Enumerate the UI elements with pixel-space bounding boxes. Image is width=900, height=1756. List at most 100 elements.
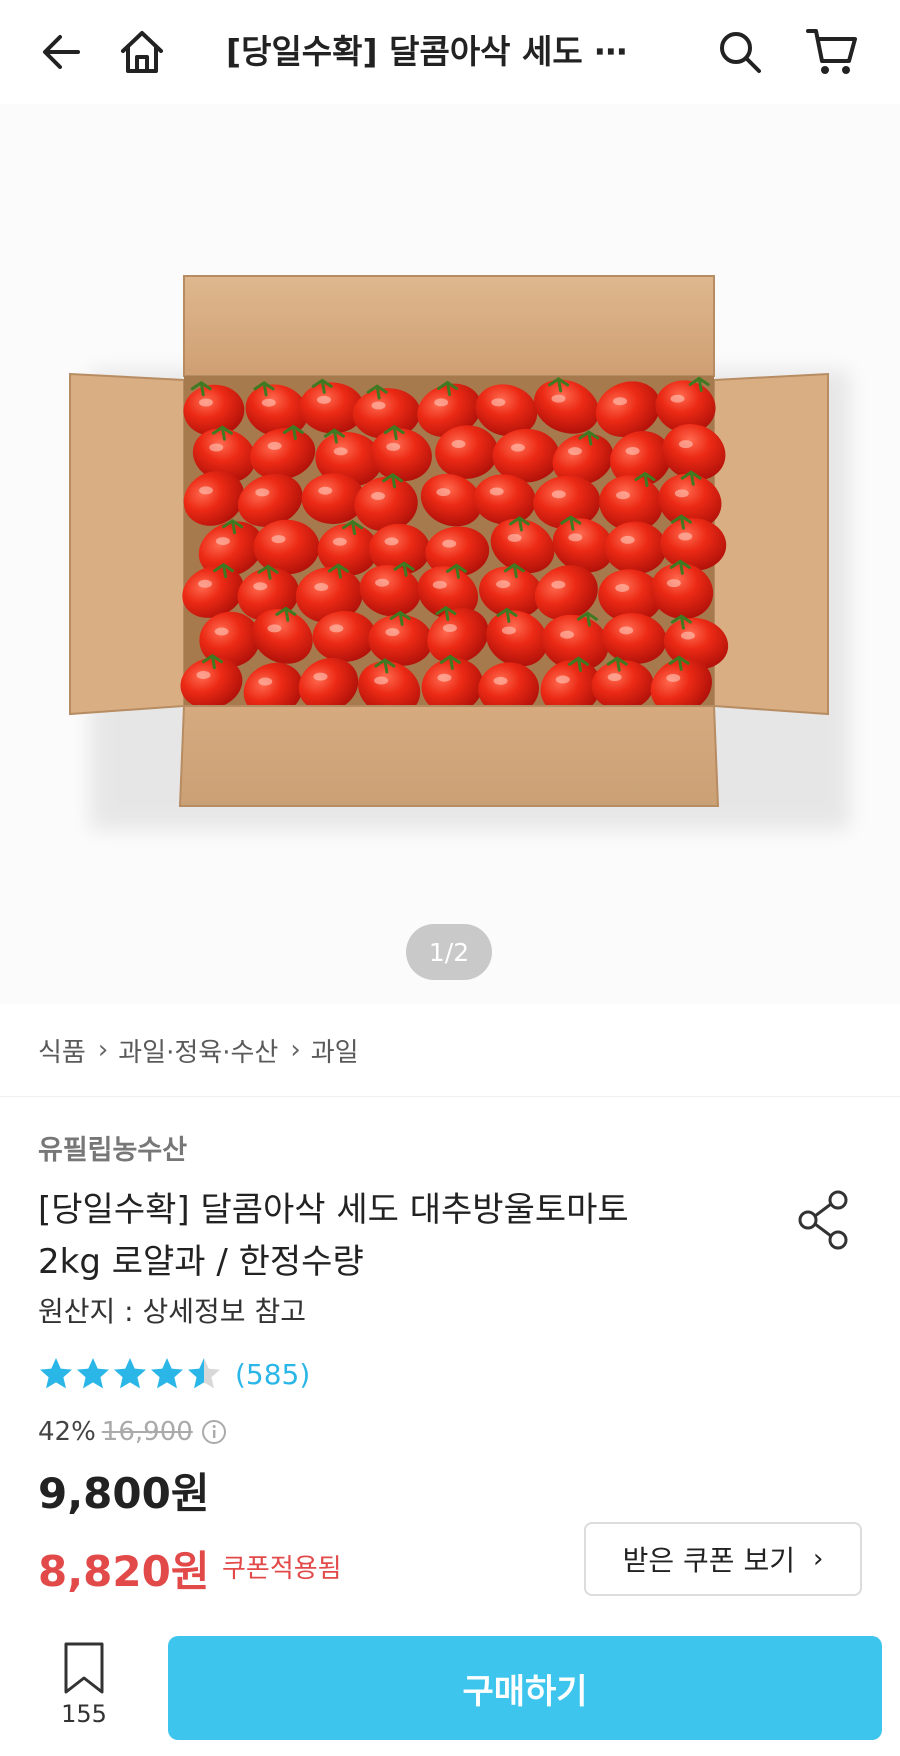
share-icon (798, 1190, 848, 1250)
tomato-highlight (436, 488, 451, 497)
tomato-highlight (434, 398, 449, 407)
tomato-highlight (442, 539, 457, 548)
star-icon (188, 1358, 220, 1389)
wishlist-button[interactable]: 155 (52, 1640, 116, 1740)
review-count[interactable]: (585) (235, 1358, 310, 1391)
tomato-highlight (496, 580, 511, 589)
tomato-highlight (567, 447, 582, 456)
chevron-right-icon: › (97, 1035, 109, 1065)
tomato-highlight (678, 532, 693, 541)
tomato-highlight (437, 673, 452, 682)
home-button[interactable] (112, 22, 172, 82)
tomato-highlight (215, 537, 230, 546)
buy-button[interactable]: 구매하기 (168, 1636, 882, 1740)
tomato-highlight (551, 580, 566, 589)
coupon-applied-label: 쿠폰적용됨 (222, 1554, 342, 1584)
tomato-highlight (670, 394, 685, 403)
tomato-highlight (666, 673, 681, 682)
arrow-left-icon (43, 35, 80, 69)
tomato-highlight (258, 677, 273, 686)
tomato-highlight (568, 533, 583, 542)
home-icon (121, 31, 163, 73)
tomato-highlight (501, 626, 516, 635)
star-icon (40, 1358, 72, 1389)
tomato-highlight (374, 676, 389, 685)
cart-icon (806, 29, 857, 74)
info-icon[interactable] (201, 1419, 227, 1445)
view-coupons-button[interactable]: 받은 쿠폰 보기 › (584, 1522, 862, 1596)
tomato-highlight (318, 486, 333, 495)
tomato-highlight (196, 670, 211, 679)
tomato-highlight (442, 624, 457, 633)
cart-button[interactable] (802, 22, 862, 82)
star-icon (77, 1358, 109, 1389)
tomato-highlight (198, 579, 213, 588)
tomato-highlight (198, 486, 213, 495)
tomato-highlight (489, 487, 504, 496)
section-divider (0, 1096, 900, 1097)
chevron-right-icon: › (290, 1035, 301, 1065)
tomato-highlight (261, 398, 276, 407)
page-title: [당일수확] 달콤아삭 세도 ⋯ (226, 32, 628, 71)
tomato-highlight (271, 535, 286, 544)
back-button[interactable] (32, 22, 92, 82)
chevron-right-icon: › (812, 1544, 824, 1574)
tomato-highlight (666, 579, 681, 588)
origin-info: 원산지 : 상세정보 참고 (38, 1295, 306, 1328)
tomato-highlight (551, 490, 566, 499)
discount-info: 42% 16,900 (38, 1414, 227, 1450)
product-title-line-1: [당일수확] 달콤아삭 세도 대추방울토마토 (38, 1190, 629, 1230)
rating-summary[interactable]: (585) (38, 1354, 310, 1394)
tomato-highlight (386, 442, 401, 451)
tomato-shape (253, 519, 320, 575)
tomato-highlight (371, 492, 386, 501)
breadcrumb-item-food[interactable]: 식품 (38, 1032, 86, 1069)
tomato-highlight (615, 491, 630, 500)
product-title: [당일수확] 달콤아삭 세도 대추방울토마토 2kg 로얄과 / 한정수량 (38, 1184, 718, 1288)
tomato-highlight (555, 675, 570, 684)
tomato-highlight (253, 582, 268, 591)
tomato-highlight (619, 626, 634, 635)
tomato-highlight (332, 537, 347, 546)
tomato-highlight (625, 446, 640, 455)
tomato-highlight (674, 489, 689, 498)
discount-rate: 42% (38, 1417, 96, 1447)
tomato-highlight (620, 535, 635, 544)
search-button[interactable] (710, 22, 770, 82)
tomato-highlight (329, 624, 344, 633)
tomato-highlight (313, 672, 328, 681)
breadcrumb-item-fruit[interactable]: 과일 (311, 1032, 359, 1069)
tomato-highlight (375, 578, 390, 587)
tomato-highlight (615, 583, 630, 592)
tomato-highlight (507, 533, 522, 542)
top-app-bar: [당일수확] 달콤아삭 세도 ⋯ (0, 0, 900, 104)
cherry-tomato-box-image (69, 275, 850, 830)
tomato-highlight (678, 440, 693, 449)
tomato-highlight (214, 627, 229, 636)
breadcrumb-item-fruit-meat-seafood[interactable]: 과일·정육·수산 (118, 1032, 278, 1069)
share-button[interactable] (796, 1188, 852, 1252)
tomato-highlight (384, 537, 399, 546)
tomato-highlight (680, 631, 695, 640)
sale-price: 9,800원 (38, 1469, 210, 1518)
star-icon (114, 1358, 146, 1389)
tomato-highlight (371, 401, 386, 410)
original-price: 16,900 (101, 1417, 193, 1447)
star-icon (151, 1358, 183, 1389)
tomato-highlight (255, 488, 270, 497)
tomato-highlight (607, 673, 622, 682)
tomato-highlight (198, 398, 213, 407)
tomato-highlight (560, 630, 575, 639)
wishlist-count: 155 (61, 1700, 107, 1728)
tomato-highlight (267, 441, 282, 450)
product-image-gallery[interactable]: 1/2 (0, 104, 900, 1004)
tomato-highlight (510, 443, 525, 452)
tomato-highlight (451, 440, 466, 449)
breadcrumb: 식품 › 과일·정육·수산 › 과일 (38, 1030, 359, 1070)
tomato-highlight (551, 394, 566, 403)
tomato-highlight (385, 628, 400, 637)
view-coupons-label: 받은 쿠폰 보기 (622, 1544, 795, 1577)
rating-stars (38, 1356, 223, 1392)
seller-name[interactable]: 유필립농수산 (38, 1128, 187, 1167)
image-page-indicator: 1/2 (406, 924, 492, 980)
